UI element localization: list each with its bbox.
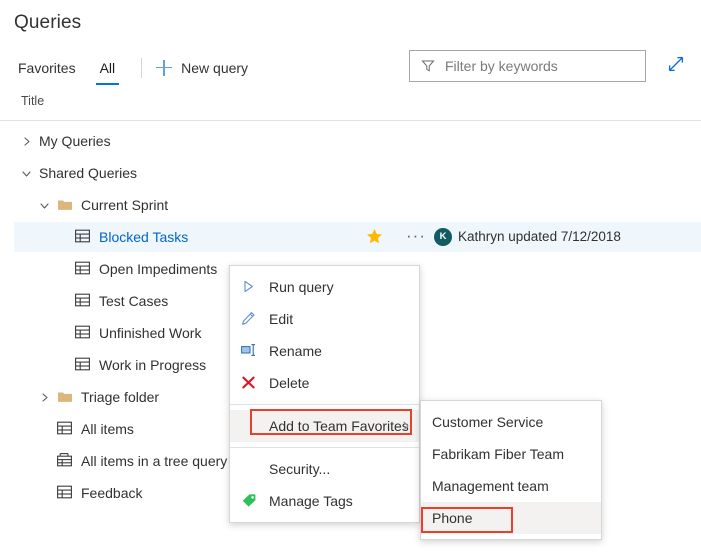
tree-item-label: Feedback	[81, 485, 142, 501]
menu-item-run-query[interactable]: Run query	[230, 271, 419, 303]
tree-row[interactable]: My Queries	[0, 126, 701, 156]
menu-item-label: Run query	[269, 279, 334, 295]
tree-item-label: All items	[81, 421, 134, 437]
search-input[interactable]	[445, 58, 625, 74]
funnel-icon	[421, 59, 435, 73]
query-icon	[57, 485, 73, 501]
tree-item-label: Current Sprint	[81, 197, 168, 213]
query-icon	[75, 261, 91, 277]
page-title: Queries	[14, 12, 81, 34]
context-menu: Run query Edit Rename Delete Add to Team Fav…	[229, 265, 420, 523]
tab-all-label: All	[100, 60, 116, 76]
command-bar-divider	[141, 58, 142, 78]
menu-item-label: Rename	[269, 343, 322, 359]
folder-icon	[57, 389, 73, 405]
filter-box[interactable]	[409, 50, 646, 82]
plus-icon	[156, 60, 172, 76]
chevron-right-icon	[401, 421, 411, 432]
play-icon	[241, 279, 258, 295]
chevron-down-icon[interactable]	[21, 168, 31, 178]
submenu-item-management-team[interactable]: Management team	[421, 470, 601, 502]
menu-icon-placeholder	[241, 418, 258, 434]
expand-diagonal-icon[interactable]	[665, 53, 691, 79]
pencil-icon	[241, 311, 258, 327]
tab-all[interactable]: All	[96, 51, 120, 85]
new-query-label: New query	[181, 60, 248, 76]
menu-item-rename[interactable]: Rename	[230, 335, 419, 367]
tree-item-label: Open Impediments	[99, 261, 217, 277]
menu-icon-placeholder	[241, 461, 258, 477]
menu-item-delete[interactable]: Delete	[230, 367, 419, 399]
tree-item-label: Shared Queries	[39, 165, 137, 181]
submenu-item-fabrikam-fiber-team[interactable]: Fabrikam Fiber Team	[421, 438, 601, 470]
menu-item-label: Security...	[269, 461, 330, 477]
tree-row[interactable]: Shared Queries	[0, 158, 701, 188]
menu-item-label: Add to Team Favorites	[269, 418, 409, 434]
tag-icon	[241, 493, 258, 509]
query-icon	[57, 421, 73, 437]
submenu-item-label: Management team	[432, 478, 549, 494]
menu-item-label: Manage Tags	[269, 493, 353, 509]
updated-by-text: Kathryn updated 7/12/2018	[458, 222, 621, 252]
tree-item-label: All items in a tree query	[81, 453, 227, 469]
tree-item-label: Unfinished Work	[99, 325, 201, 341]
chevron-right-icon[interactable]	[21, 136, 31, 146]
favorite-star-icon[interactable]	[366, 228, 383, 245]
menu-divider	[230, 404, 419, 405]
rename-icon	[241, 343, 258, 359]
tree-item-label[interactable]: Blocked Tasks	[99, 229, 188, 245]
tree-item-label: My Queries	[39, 133, 111, 149]
submenu-item-label: Phone	[432, 510, 472, 526]
query-icon	[75, 229, 91, 245]
tree-row[interactable]: Current Sprint	[0, 190, 701, 220]
delete-x-icon	[241, 375, 258, 391]
chevron-down-icon[interactable]	[39, 200, 49, 210]
tree-item-label: Triage folder	[81, 389, 159, 405]
chevron-right-icon[interactable]	[39, 392, 49, 402]
team-favorites-submenu: Customer Service Fabrikam Fiber Team Manag…	[420, 400, 602, 540]
menu-item-edit[interactable]: Edit	[230, 303, 419, 335]
tree-item-label: Work in Progress	[99, 357, 206, 373]
query-icon	[75, 325, 91, 341]
submenu-item-label: Customer Service	[432, 414, 543, 430]
column-header-title: Title	[21, 94, 44, 108]
menu-item-security[interactable]: Security...	[230, 453, 419, 485]
submenu-item-customer-service[interactable]: Customer Service	[421, 406, 601, 438]
tree-item-label: Test Cases	[99, 293, 168, 309]
menu-item-manage-tags[interactable]: Manage Tags	[230, 485, 419, 517]
menu-item-label: Edit	[269, 311, 293, 327]
menu-divider	[230, 447, 419, 448]
list-header: Title	[0, 89, 701, 121]
query-icon	[75, 293, 91, 309]
menu-item-label: Delete	[269, 375, 309, 391]
submenu-item-label: Fabrikam Fiber Team	[432, 446, 564, 462]
tree-row-selected[interactable]: Blocked Tasks ··· K Kathryn updated 7/12/20…	[14, 222, 701, 252]
menu-item-add-to-team-favorites[interactable]: Add to Team Favorites	[230, 410, 419, 442]
tab-favorites[interactable]: Favorites	[14, 51, 80, 85]
new-query-button[interactable]: New query	[156, 60, 248, 76]
avatar: K	[434, 228, 452, 246]
query-icon	[75, 357, 91, 373]
submenu-item-phone[interactable]: Phone	[421, 502, 601, 534]
tree-query-icon	[57, 453, 73, 469]
more-actions-button[interactable]: ···	[406, 222, 426, 252]
tab-favorites-label: Favorites	[18, 60, 76, 76]
folder-icon	[57, 197, 73, 213]
